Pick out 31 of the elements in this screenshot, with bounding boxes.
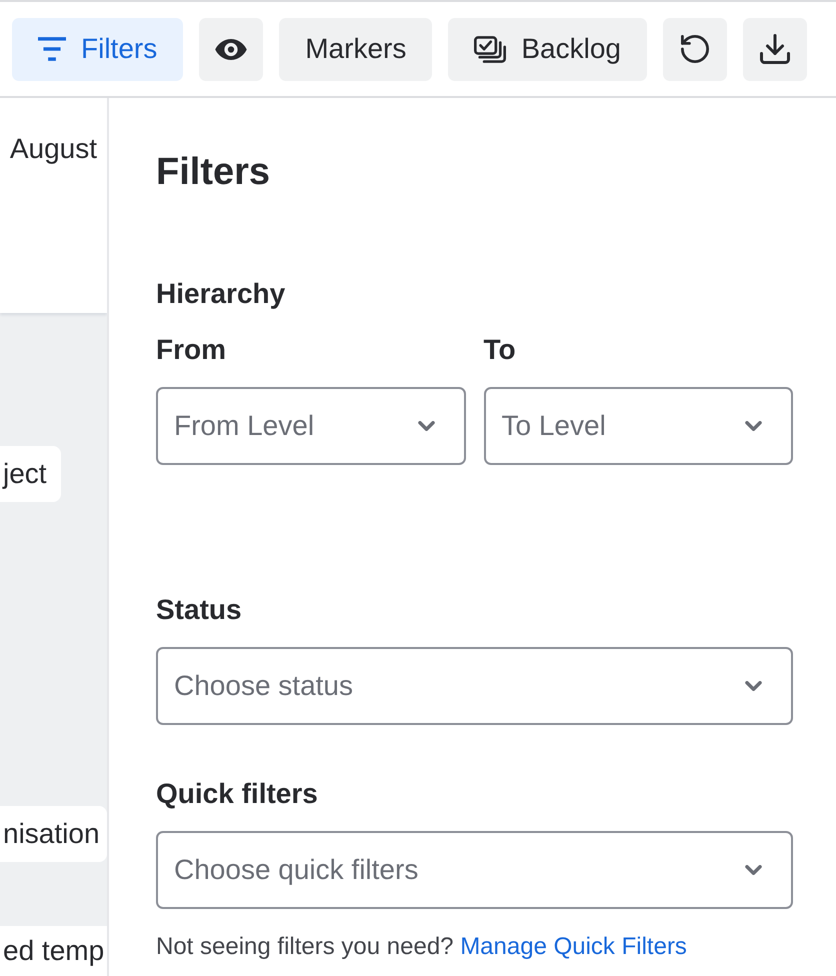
- manage-quick-filters-link[interactable]: Manage Quick Filters: [460, 933, 687, 960]
- timeline-bar[interactable]: nisation: [0, 806, 107, 862]
- from-level-dropdown[interactable]: From Level: [156, 387, 466, 465]
- download-icon: [760, 34, 790, 64]
- filters-button[interactable]: Filters: [12, 18, 184, 80]
- field-label: Status: [156, 593, 242, 627]
- field-label: Quick filters: [156, 777, 318, 811]
- section-label: Hierarchy: [156, 277, 286, 311]
- to-level-dropdown[interactable]: To Level: [484, 387, 793, 465]
- chevron-down-icon: [745, 421, 762, 431]
- chevron-down-icon: [418, 421, 434, 431]
- timeline-bar[interactable]: ject: [0, 446, 61, 502]
- chevron-down-icon: [745, 865, 762, 875]
- month-label: August: [10, 133, 97, 164]
- stacked-checkbox-icon: [474, 36, 506, 62]
- filter-icon: [38, 37, 66, 61]
- status-dropdown[interactable]: Choose status: [156, 647, 793, 725]
- timeline-bar[interactable]: ed temp: [0, 926, 107, 976]
- field-label: To: [484, 333, 516, 367]
- reset-button[interactable]: [662, 18, 727, 80]
- circular-arrow-icon: [680, 35, 709, 63]
- eye-icon: [215, 38, 248, 60]
- quick-filters-dropdown[interactable]: Choose quick filters: [156, 831, 793, 909]
- markers-button[interactable]: Markers: [279, 18, 432, 80]
- download-button[interactable]: [742, 18, 807, 80]
- view-button[interactable]: [199, 18, 264, 80]
- backlog-button[interactable]: Backlog: [448, 18, 647, 80]
- panel-title: Filters: [156, 150, 270, 195]
- help-text: Not seeing filters you need? Manage Quick Filters: [156, 932, 687, 961]
- field-label: From: [156, 333, 226, 367]
- chevron-down-icon: [745, 681, 762, 691]
